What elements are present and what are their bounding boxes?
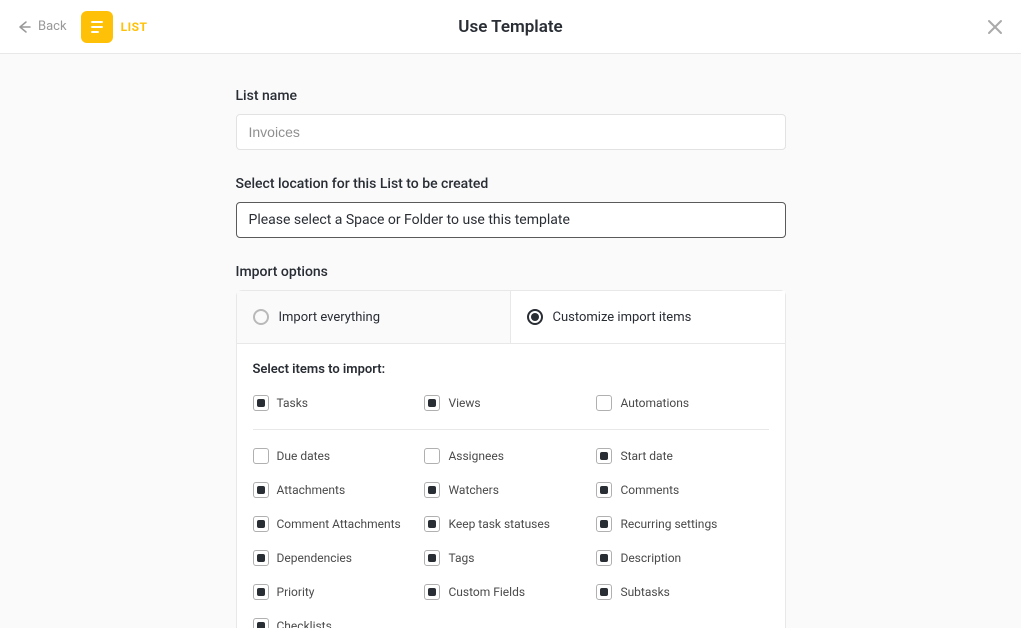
list-name-group: List name — [236, 88, 786, 150]
checkbox-label: Priority — [277, 585, 315, 599]
location-group: Select location for this List to be crea… — [236, 176, 786, 238]
radio-button — [253, 309, 269, 325]
list-type-label: LIST — [121, 20, 148, 34]
list-type-badge: LIST — [81, 11, 148, 43]
back-button[interactable]: Back — [16, 19, 67, 35]
page-title: Use Template — [458, 17, 562, 37]
checkbox-icon — [596, 448, 612, 464]
close-button[interactable] — [985, 17, 1005, 37]
checkbox-icon — [424, 395, 440, 411]
checkbox-label: Subtasks — [620, 585, 669, 599]
checkbox-icon — [596, 395, 612, 411]
checkbox-label: Description — [620, 551, 681, 565]
divider — [253, 429, 769, 430]
location-placeholder: Please select a Space or Folder to use t… — [249, 212, 570, 228]
checkbox-automations[interactable]: Automations — [596, 391, 768, 415]
list-icon — [81, 11, 113, 43]
content-scroll[interactable]: List name Select location for this List … — [0, 54, 1021, 628]
checkbox-start-date[interactable]: Start date — [596, 444, 768, 468]
main-items-row: Tasks Views Automation — [253, 391, 769, 415]
checkbox-icon — [424, 584, 440, 600]
checkbox-icon — [253, 516, 269, 532]
checkbox-icon — [424, 550, 440, 566]
location-select[interactable]: Please select a Space or Folder to use t… — [236, 202, 786, 238]
checkbox-icon — [596, 550, 612, 566]
form-content: List name Select location for this List … — [236, 88, 786, 628]
options-grid: Due dates Attachments Comment Attachment… — [253, 444, 769, 628]
checkbox-label: Checklists — [277, 619, 332, 628]
checkbox-label: Keep task statuses — [448, 517, 549, 531]
options-col-3: Start date Comments Recurring settings — [596, 444, 768, 628]
checkbox-priority[interactable]: Priority — [253, 580, 425, 604]
options-col-1: Due dates Attachments Comment Attachment… — [253, 444, 425, 628]
checkbox-subtasks[interactable]: Subtasks — [596, 580, 768, 604]
checkbox-label: Views — [448, 396, 480, 410]
checkbox-recurring-settings[interactable]: Recurring settings — [596, 512, 768, 536]
checkbox-label: Comments — [620, 483, 679, 497]
checkbox-watchers[interactable]: Watchers — [424, 478, 596, 502]
checkbox-label: Recurring settings — [620, 517, 717, 531]
checkbox-icon — [253, 584, 269, 600]
checkbox-checklists[interactable]: Checklists — [253, 614, 425, 628]
checkbox-dependencies[interactable]: Dependencies — [253, 546, 425, 570]
items-heading: Select items to import: — [253, 362, 769, 377]
location-label: Select location for this List to be crea… — [236, 176, 786, 192]
checkbox-icon — [424, 448, 440, 464]
checkbox-label: Custom Fields — [448, 585, 525, 599]
checkbox-attachments[interactable]: Attachments — [253, 478, 425, 502]
checkbox-tags[interactable]: Tags — [424, 546, 596, 570]
checkbox-label: Attachments — [277, 483, 346, 497]
checkbox-views[interactable]: Views — [424, 391, 596, 415]
modal-header: Back LIST Use Template — [0, 0, 1021, 54]
checkbox-keep-task-statuses[interactable]: Keep task statuses — [424, 512, 596, 536]
checkbox-label: Watchers — [448, 483, 498, 497]
checkbox-description[interactable]: Description — [596, 546, 768, 570]
checkbox-icon — [596, 516, 612, 532]
checkbox-icon — [253, 395, 269, 411]
back-arrow-icon — [16, 19, 32, 35]
checkbox-icon — [424, 516, 440, 532]
back-label: Back — [38, 19, 67, 34]
checkbox-icon — [253, 482, 269, 498]
checkbox-label: Due dates — [277, 449, 331, 463]
import-everything-label: Import everything — [279, 310, 381, 325]
import-options-label: Import options — [236, 264, 786, 280]
list-name-label: List name — [236, 88, 786, 104]
checkbox-label: Assignees — [448, 449, 503, 463]
checkbox-label: Dependencies — [277, 551, 352, 565]
import-mode-row: Import everything Customize import items — [237, 291, 785, 344]
customize-import-option[interactable]: Customize import items — [511, 291, 785, 344]
import-body: Select items to import: Tasks Views — [237, 344, 785, 628]
checkbox-icon — [253, 448, 269, 464]
list-name-input[interactable] — [236, 114, 786, 150]
options-col-2: Assignees Watchers Keep task statuses — [424, 444, 596, 628]
checkbox-icon — [253, 550, 269, 566]
checkbox-label: Tags — [448, 551, 474, 565]
checkbox-icon — [596, 584, 612, 600]
customize-import-label: Customize import items — [553, 310, 692, 325]
checkbox-assignees[interactable]: Assignees — [424, 444, 596, 468]
checkbox-due-dates[interactable]: Due dates — [253, 444, 425, 468]
checkbox-comments[interactable]: Comments — [596, 478, 768, 502]
checkbox-label: Automations — [620, 396, 689, 410]
import-panel: Import everything Customize import items… — [236, 290, 786, 628]
checkbox-label: Comment Attachments — [277, 517, 401, 531]
checkbox-tasks[interactable]: Tasks — [253, 391, 425, 415]
checkbox-comment-attachments[interactable]: Comment Attachments — [253, 512, 425, 536]
checkbox-icon — [253, 618, 269, 628]
radio-button-selected — [527, 309, 543, 325]
close-icon — [985, 17, 1005, 37]
checkbox-icon — [424, 482, 440, 498]
checkbox-label: Tasks — [277, 396, 309, 410]
checkbox-icon — [596, 482, 612, 498]
import-everything-option[interactable]: Import everything — [237, 291, 511, 344]
checkbox-label: Start date — [620, 449, 672, 463]
checkbox-custom-fields[interactable]: Custom Fields — [424, 580, 596, 604]
import-options-group: Import options Import everything Customi… — [236, 264, 786, 628]
